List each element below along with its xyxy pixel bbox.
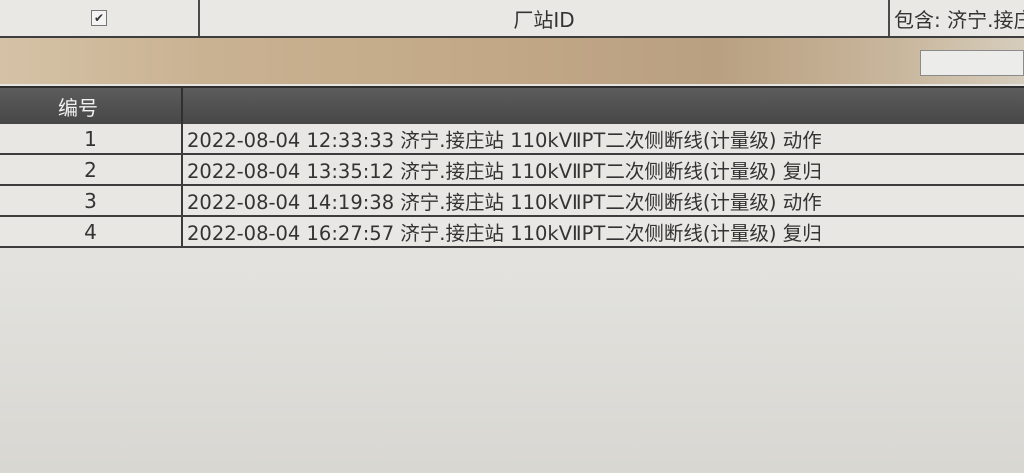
filter-enable-cell[interactable]: ✔	[0, 0, 200, 36]
header-content[interactable]	[183, 88, 1024, 124]
results-table: 编号 1 2022-08-04 12:33:33 济宁.接庄站 110kVⅡPT…	[0, 86, 1024, 248]
table-row[interactable]: 1 2022-08-04 12:33:33 济宁.接庄站 110kVⅡPT二次侧…	[0, 124, 1024, 155]
toolbar-band	[0, 38, 1024, 84]
row-text: 2022-08-04 16:27:57 济宁.接庄站 110kVⅡPT二次侧断线…	[187, 222, 822, 245]
results-header: 编号	[0, 86, 1024, 124]
filter-enable-checkbox[interactable]: ✔	[91, 10, 107, 26]
row-text: 2022-08-04 14:19:38 济宁.接庄站 110kVⅡPT二次侧断线…	[187, 191, 822, 214]
row-text: 2022-08-04 12:33:33 济宁.接庄站 110kVⅡPT二次侧断线…	[187, 129, 822, 152]
filter-row: ✔ 厂站ID 包含: 济宁.接庄	[0, 0, 1024, 38]
filter-condition[interactable]: 包含: 济宁.接庄	[890, 0, 1024, 36]
row-number: 2	[0, 155, 183, 184]
table-row[interactable]: 3 2022-08-04 14:19:38 济宁.接庄站 110kVⅡPT二次侧…	[0, 186, 1024, 217]
checkmark-icon: ✔	[93, 11, 105, 25]
table-row[interactable]: 4 2022-08-04 16:27:57 济宁.接庄站 110kVⅡPT二次侧…	[0, 217, 1024, 248]
table-row[interactable]: 2 2022-08-04 13:35:12 济宁.接庄站 110kVⅡPT二次侧…	[0, 155, 1024, 186]
header-number[interactable]: 编号	[0, 88, 183, 124]
row-number: 3	[0, 186, 183, 215]
filter-field-name[interactable]: 厂站ID	[200, 0, 890, 36]
row-text: 2022-08-04 13:35:12 济宁.接庄站 110kVⅡPT二次侧断线…	[187, 160, 822, 183]
row-number: 4	[0, 217, 183, 246]
screen: ✔ 厂站ID 包含: 济宁.接庄 编号 1 2022-08-04 12:33:3…	[0, 0, 1024, 473]
row-number: 1	[0, 124, 183, 153]
toolbar-button[interactable]	[920, 50, 1024, 76]
